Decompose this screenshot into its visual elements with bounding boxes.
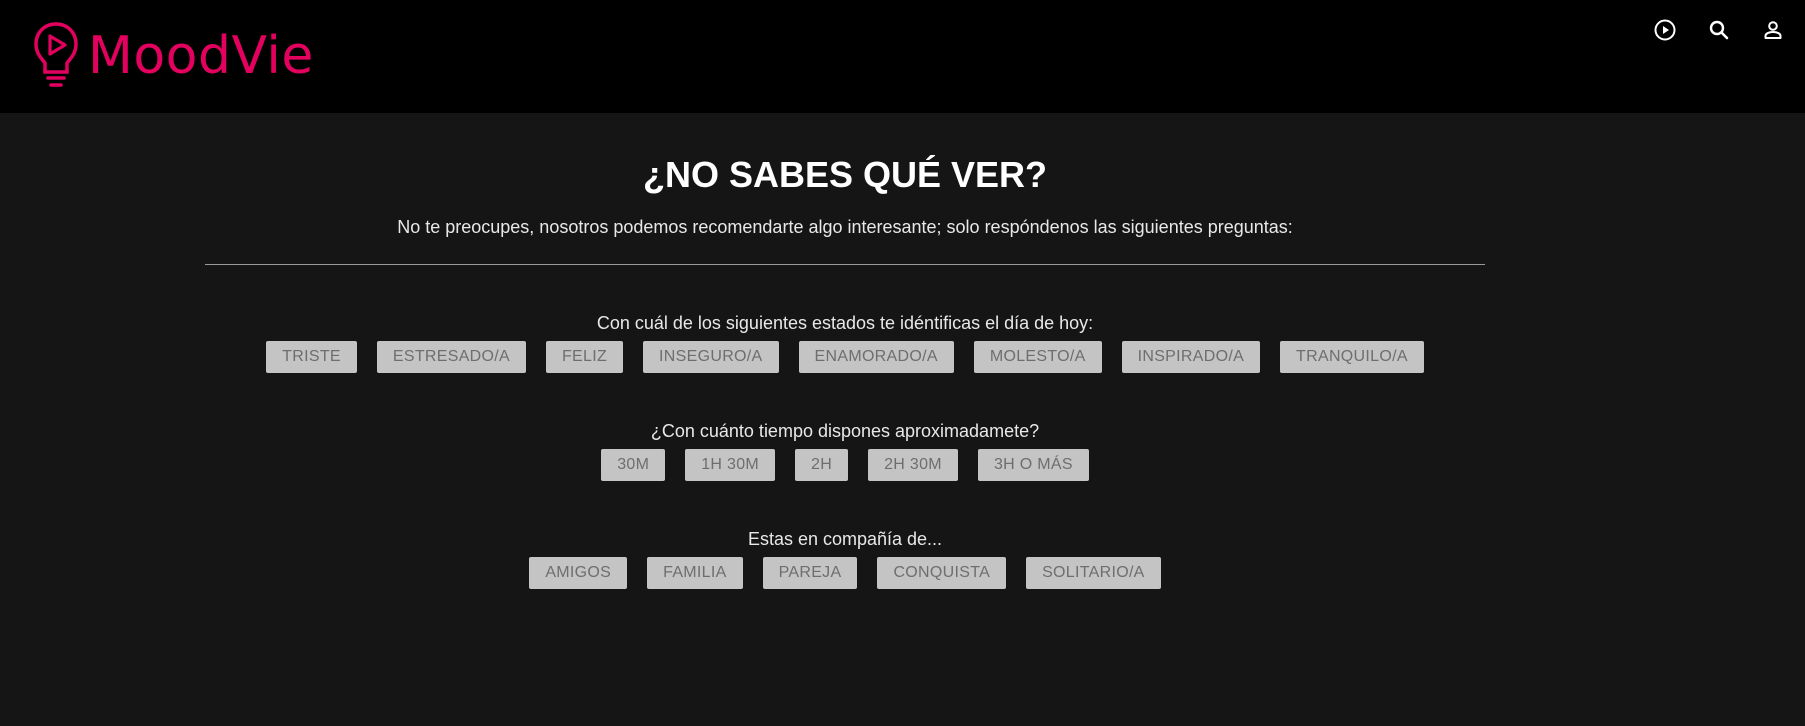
- page-subtitle: No te preocupes, nosotros podemos recome…: [397, 217, 1293, 237]
- option-time-30m[interactable]: 30M: [601, 449, 666, 481]
- option-company-solitario[interactable]: SOLITARIO/A: [1026, 557, 1161, 589]
- company-options: AMIGOS FAMILIA PAREJA CONQUISTA SOLITARI…: [0, 557, 1690, 589]
- option-mood-feliz[interactable]: FELIZ: [545, 341, 624, 373]
- main-content: ¿NO SABES QUÉ VER? No te preocupes, noso…: [0, 113, 1690, 589]
- brand-name: MoodVie: [88, 26, 314, 86]
- search-icon[interactable]: [1701, 12, 1737, 48]
- option-company-familia[interactable]: FAMILIA: [647, 557, 743, 589]
- option-mood-inspirado[interactable]: INSPIRADO/A: [1121, 341, 1261, 373]
- option-time-2h30m[interactable]: 2H 30M: [868, 449, 958, 481]
- option-mood-triste[interactable]: TRISTE: [266, 341, 357, 373]
- option-time-1h30m[interactable]: 1H 30M: [685, 449, 776, 481]
- question-time: ¿Con cuánto tiempo dispones aproximadame…: [650, 421, 1040, 441]
- page-title: ¿NO SABES QUÉ VER?: [642, 154, 1048, 195]
- question-mood: Con cuál de los siguientes estados te id…: [596, 313, 1094, 333]
- mood-options: TRISTE ESTRESADO/A FELIZ INSEGURO/A ENAM…: [0, 341, 1690, 373]
- top-icons: [1647, 12, 1791, 48]
- time-options: 30M 1H 30M 2H 2H 30M 3H O MÁS: [0, 449, 1690, 481]
- option-mood-inseguro[interactable]: INSEGURO/A: [643, 341, 779, 373]
- header: MoodVie: [0, 0, 1805, 113]
- option-company-amigos[interactable]: AMIGOS: [529, 557, 628, 589]
- option-time-2h[interactable]: 2H: [795, 449, 849, 481]
- option-company-conquista[interactable]: CONQUISTA: [877, 557, 1007, 589]
- question-company: Estas en compañía de...: [747, 529, 943, 549]
- option-company-pareja[interactable]: PAREJA: [762, 557, 858, 589]
- logo[interactable]: MoodVie: [32, 20, 314, 92]
- option-mood-enamorado[interactable]: ENAMORADO/A: [798, 341, 954, 373]
- user-icon[interactable]: [1755, 12, 1791, 48]
- option-mood-tranquilo[interactable]: TRANQUILO/A: [1280, 341, 1424, 373]
- option-mood-estresado[interactable]: ESTRESADO/A: [376, 341, 526, 373]
- lightbulb-play-logo-icon: [34, 22, 78, 87]
- play-circle-icon[interactable]: [1647, 12, 1683, 48]
- divider: [205, 264, 1485, 265]
- option-time-3h-plus[interactable]: 3H O MÁS: [977, 449, 1089, 481]
- option-mood-molesto[interactable]: MOLESTO/A: [973, 341, 1102, 373]
